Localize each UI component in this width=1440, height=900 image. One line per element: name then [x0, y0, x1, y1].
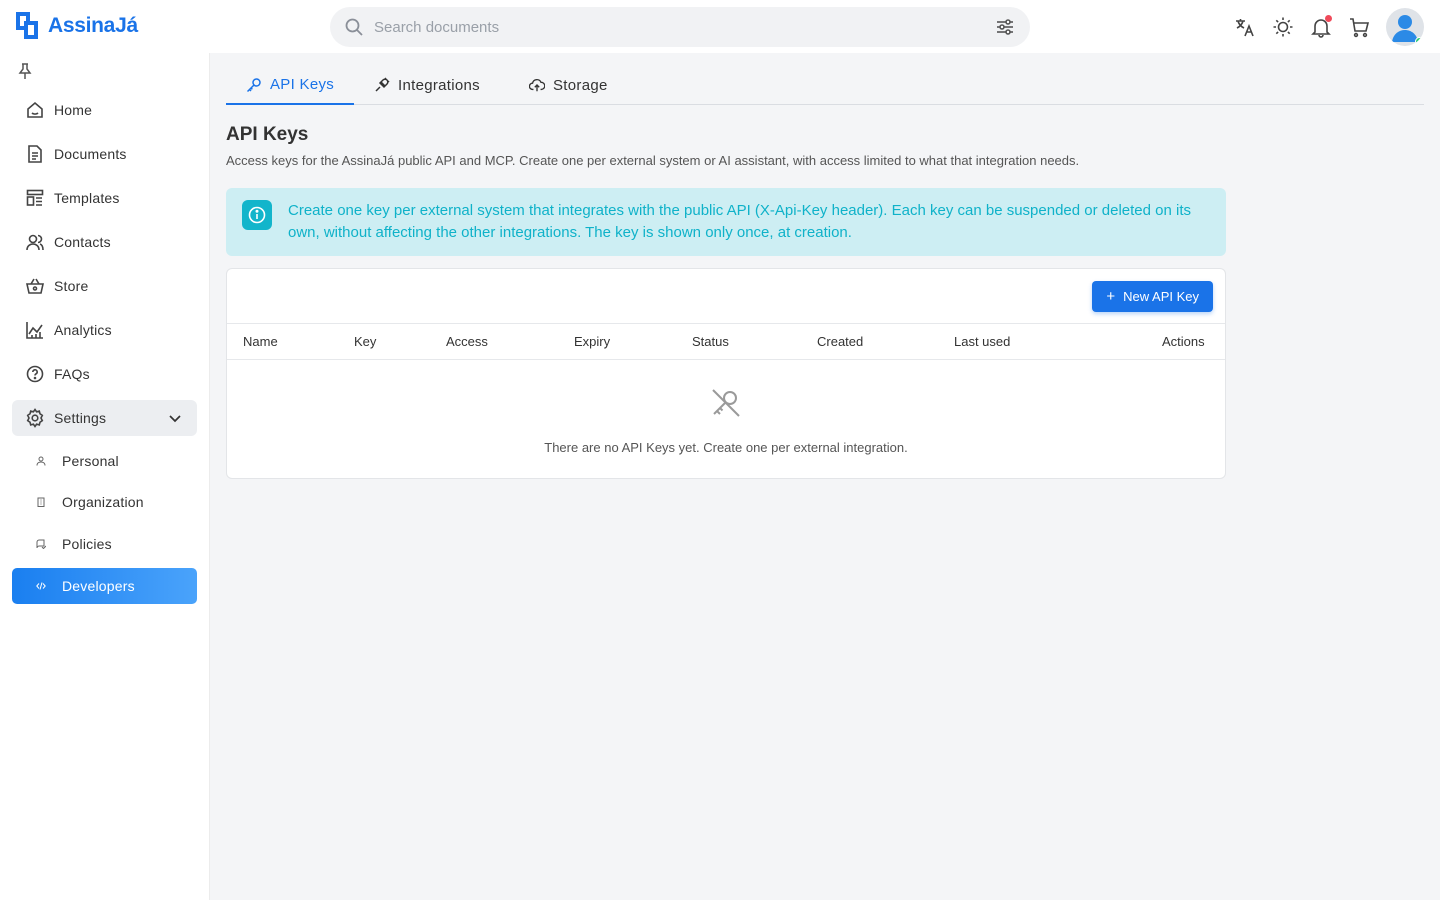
column-header-access[interactable]: Access — [446, 334, 488, 349]
contacts-icon — [25, 232, 45, 252]
sidebar-item-label: Store — [54, 278, 89, 294]
online-status — [1415, 37, 1424, 46]
home-icon — [25, 100, 45, 120]
user-avatar[interactable] — [1386, 8, 1424, 46]
sidebar-subitem-organization[interactable]: Organization — [12, 484, 197, 520]
key-icon — [246, 77, 262, 93]
analytics-icon — [25, 320, 45, 340]
search-bar — [330, 7, 1030, 47]
table-header: Name Key Access Expiry Status Created La… — [227, 323, 1225, 360]
api-keys-card: + New API Key Name Key Access Expiry Sta… — [226, 268, 1226, 479]
sidebar-item-label: Analytics — [54, 322, 112, 338]
tab-label: API Keys — [270, 76, 335, 93]
code-icon — [36, 581, 46, 591]
top-actions — [1220, 8, 1424, 46]
tab-label: Integrations — [398, 76, 480, 94]
settings-tabs: API Keys Integrations Storage — [226, 66, 1424, 105]
sidebar-item-label: Contacts — [54, 234, 111, 250]
search-icon — [345, 18, 363, 36]
tab-api-keys[interactable]: API Keys — [226, 66, 355, 105]
page-description: Access keys for the AssinaJá public API … — [226, 153, 1080, 168]
help-icon — [25, 364, 45, 384]
filter-icon[interactable] — [994, 16, 1016, 38]
cloud-upload-icon — [529, 77, 545, 93]
column-header-expiry[interactable]: Expiry — [574, 334, 610, 349]
column-header-actions: Actions — [1162, 334, 1205, 349]
sidebar-item-label: Documents — [54, 146, 127, 162]
column-header-last-used[interactable]: Last used — [954, 334, 1010, 349]
sidebar-subitem-personal[interactable]: Personal — [12, 443, 197, 479]
top-bar: AssinaJá — [0, 0, 1440, 53]
sidebar-subitem-policies[interactable]: Policies — [12, 526, 197, 562]
sidebar-subitem-developers[interactable]: Developers — [12, 568, 197, 604]
column-header-name[interactable]: Name — [243, 334, 278, 349]
sidebar-subitem-label: Organization — [62, 494, 144, 510]
pin-icon[interactable] — [17, 62, 33, 80]
sidebar-item-label: Home — [54, 102, 93, 118]
empty-state: There are no API Keys yet. Create one pe… — [227, 385, 1225, 455]
info-text: Create one key per external system that … — [288, 202, 1192, 241]
sidebar-item-faqs[interactable]: FAQs — [12, 356, 197, 392]
new-api-key-label: New API Key — [1123, 289, 1199, 304]
app-name: AssinaJá — [48, 14, 138, 37]
empty-state-text: There are no API Keys yet. Create one pe… — [544, 440, 908, 455]
chevron-down-icon[interactable] — [167, 410, 183, 426]
sidebar-subitem-label: Policies — [62, 536, 112, 552]
app-logo[interactable]: AssinaJá — [16, 12, 138, 40]
template-icon — [25, 188, 45, 208]
sidebar-item-label: Templates — [54, 190, 120, 206]
info-alert: Create one key per external system that … — [226, 188, 1226, 256]
gear-icon — [25, 408, 45, 428]
building-icon — [36, 497, 46, 507]
tab-integrations[interactable]: Integrations — [354, 66, 500, 104]
sidebar-item-templates[interactable]: Templates — [12, 180, 197, 216]
sidebar-item-label: FAQs — [54, 366, 90, 382]
sidebar-item-analytics[interactable]: Analytics — [12, 312, 197, 348]
column-header-status[interactable]: Status — [692, 334, 729, 349]
new-api-key-button[interactable]: + New API Key — [1092, 281, 1213, 312]
sidebar: Home Documents Templates Contacts Store … — [0, 53, 210, 900]
plug-icon — [374, 77, 390, 93]
document-icon — [25, 144, 45, 164]
store-icon — [25, 276, 45, 296]
bell-icon[interactable] — [1308, 14, 1334, 40]
sidebar-item-documents[interactable]: Documents — [12, 136, 197, 172]
logo-icon — [16, 12, 38, 39]
sidebar-item-store[interactable]: Store — [12, 268, 197, 304]
column-header-created[interactable]: Created — [817, 334, 863, 349]
notification-dot — [1325, 15, 1332, 22]
sun-icon[interactable] — [1270, 14, 1296, 40]
sidebar-item-home[interactable]: Home — [12, 92, 197, 128]
cart-icon[interactable] — [1346, 14, 1372, 40]
key-off-icon — [712, 389, 740, 417]
search-input[interactable] — [374, 18, 994, 36]
translate-icon[interactable] — [1232, 14, 1258, 40]
sidebar-subitem-label: Personal — [62, 453, 119, 469]
sidebar-item-contacts[interactable]: Contacts — [12, 224, 197, 260]
sidebar-item-label: Settings — [54, 410, 107, 426]
sidebar-subitem-label: Developers — [62, 578, 135, 594]
info-icon — [242, 200, 272, 230]
page-title: API Keys — [226, 124, 309, 145]
column-header-key[interactable]: Key — [354, 334, 376, 349]
tab-label: Storage — [553, 76, 608, 94]
plus-icon: + — [1106, 288, 1116, 305]
tab-storage[interactable]: Storage — [509, 66, 628, 104]
sidebar-item-settings[interactable]: Settings — [12, 400, 197, 436]
person-icon — [36, 456, 46, 466]
policy-icon — [36, 539, 46, 549]
